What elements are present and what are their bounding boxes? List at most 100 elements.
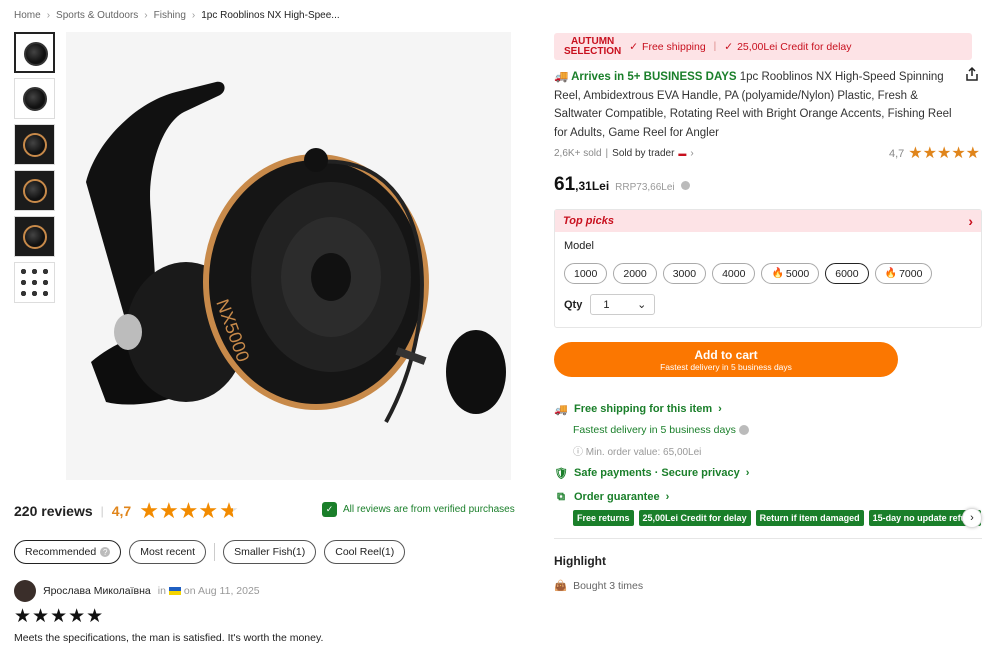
breadcrumb-home[interactable]: Home (14, 10, 41, 21)
qty-label: Qty (564, 298, 583, 311)
review-in-label: in (157, 585, 166, 597)
filter-label: Most recent (140, 546, 196, 558)
filter-cool-reel[interactable]: Cool Reel(1) (324, 540, 406, 564)
sold-info: 2,6K+ sold | Sold by trader ▬ › (554, 148, 694, 159)
model-option-5000[interactable]: 🔥 5000 (761, 263, 820, 284)
seller-badge-icon: ▬ (678, 149, 687, 158)
order-guarantee-item[interactable]: ⧉ Order guarantee › (554, 490, 669, 504)
model-label-text: 4000 (722, 267, 746, 280)
free-shipping-label: Free shipping for this item (574, 403, 713, 415)
top-picks-header[interactable]: Top picks › (555, 210, 981, 232)
share-icon[interactable] (964, 66, 980, 82)
thumbnail-2[interactable] (14, 78, 55, 119)
filter-most-recent[interactable]: Most recent (129, 540, 207, 564)
check-icon: ✓ (724, 40, 734, 53)
bought-times: 👜 Bought 3 times (554, 579, 643, 593)
review-stars: ★★★★★ (14, 606, 105, 627)
model-options: 1000 2000 3000 4000 🔥 5000 6000 🔥 7000 (564, 263, 933, 284)
model-label-text: 3000 (672, 267, 697, 280)
verified-purchases-badge: ✓ All reviews are from verified purchase… (322, 502, 515, 517)
bag-icon: 👜 (554, 580, 568, 592)
breadcrumb-current: 1pc Rooblinos NX High-Spee... (201, 10, 340, 21)
model-option-6000[interactable]: 6000 (825, 263, 869, 284)
highlight-title: Highlight (554, 554, 606, 568)
tag-return-damaged: Return if item damaged (755, 510, 864, 526)
model-option-1000[interactable]: 1000 (564, 263, 608, 284)
fastest-delivery: Fastest delivery in 5 business days (573, 424, 749, 436)
thumbnail-6[interactable] (14, 262, 55, 303)
ukraine-flag-icon (168, 587, 181, 595)
verified-label: All reviews are from verified purchases (343, 504, 515, 515)
promo-free-shipping: ✓ Free shipping (629, 41, 705, 53)
filter-divider (214, 543, 216, 561)
order-guarantee-label: Order guarantee (574, 491, 660, 503)
review-author: Ярослава Миколаївна in on Aug 11, 2025 (14, 580, 260, 602)
spinning-reel-illustration: NX5000 (86, 81, 506, 423)
model-label: Model (564, 240, 594, 252)
autumn-selection-badge: AUTUMN SELECTION (564, 36, 621, 57)
price-decimal: ,31Lei (575, 179, 610, 193)
review-text: Meets the specifications, the man is sat… (14, 632, 324, 644)
thumbnail-4[interactable] (14, 170, 55, 211)
filter-recommended[interactable]: Recommended ? (14, 540, 122, 564)
guarantee-tags: Free returns 25,00Lei Credit for delay R… (573, 510, 982, 526)
chevron-right-icon: › (968, 213, 973, 229)
promo-credit-label: 25,00Lei Credit for delay (737, 40, 852, 53)
model-option-2000[interactable]: 2000 (613, 263, 657, 284)
free-shipping-item[interactable]: 🚚 Free shipping for this item › (554, 402, 722, 416)
rating-stars: ★★★★ ★ (139, 498, 239, 523)
divider: | (100, 504, 104, 518)
safe-payments-item[interactable]: 🛡 Safe payments · Secure privacy › (554, 466, 749, 480)
reviews-count[interactable]: 220 reviews (14, 503, 93, 519)
fire-icon: 🔥 (884, 268, 898, 279)
review-meta: in on Aug 11, 2025 (158, 585, 260, 597)
fire-icon: 🔥 (771, 268, 784, 279)
check-icon: ✓ (629, 40, 639, 53)
arrives-label: Arrives in 5+ BUSINESS DAYS (571, 71, 737, 83)
rrp-price: RRP73,66Lei (615, 182, 675, 193)
guarantee-icon: ⧉ (557, 490, 565, 503)
tag-free-returns: Free returns (573, 510, 634, 526)
tag-credit-delay: 25,00Lei Credit for delay (638, 510, 751, 526)
quantity-select[interactable]: 1 ⌄ (590, 294, 656, 315)
promo-banner[interactable]: AUTUMN SELECTION ✓ Free shipping | ✓ 25,00… (554, 33, 972, 60)
model-option-4000[interactable]: 4000 (712, 263, 756, 284)
reviews-header: 220 reviews | 4,7 ★★★★ ★ (14, 500, 239, 522)
info-icon[interactable] (680, 181, 690, 190)
divider: | (605, 148, 609, 159)
thumbnail-5[interactable] (14, 216, 55, 257)
breadcrumb-sports[interactable]: Sports & Outdoors (56, 10, 138, 21)
product-title: 🚚 Arrives in 5+ BUSINESS DAYS 1pc Roobli… (554, 68, 954, 142)
breadcrumb: Home › Sports & Outdoors › Fishing › 1pc… (14, 10, 340, 21)
model-option-7000[interactable]: 🔥 7000 (874, 263, 933, 284)
info-icon[interactable] (738, 425, 749, 435)
promo-free-shipping-label: Free shipping (642, 40, 706, 53)
add-to-cart-button[interactable]: Add to cart Fastest delivery in 5 busine… (554, 342, 898, 377)
price-block: 61,31Lei RRP73,66Lei (554, 174, 690, 196)
add-to-cart-sublabel: Fastest delivery in 5 business days (660, 361, 792, 372)
filter-label: Cool Reel(1) (335, 546, 395, 558)
product-rating[interactable]: 4,7 ★★★★★ (889, 146, 980, 162)
tags-next-button[interactable]: › (962, 508, 982, 528)
model-label-text: 1000 (574, 267, 598, 280)
chevron-right-icon: › (745, 467, 750, 479)
thumbnail-3[interactable] (14, 124, 55, 165)
quantity-row: Qty 1 ⌄ (564, 294, 656, 315)
breadcrumb-fishing[interactable]: Fishing (154, 10, 186, 21)
thumbnail-list (14, 32, 56, 308)
chevron-right-icon: › (718, 403, 722, 415)
seller-link[interactable]: Sold by trader (612, 148, 674, 159)
avatar (14, 580, 36, 602)
filter-smaller-fish[interactable]: Smaller Fish(1) (223, 540, 317, 564)
rating-value: 4,7 (111, 503, 132, 519)
review-filters: Recommended ? Most recent Smaller Fish(1… (14, 540, 406, 564)
chevron-right-icon: › (665, 491, 670, 503)
product-rating-stars: ★★★★★ (908, 145, 980, 162)
review-date: on Aug 11, 2025 (183, 585, 260, 597)
filter-label: Recommended (25, 546, 97, 558)
divider: | (713, 41, 717, 52)
thumbnail-1[interactable] (14, 32, 55, 73)
fastest-delivery-label: Fastest delivery in 5 business days (573, 424, 736, 436)
model-option-3000[interactable]: 3000 (662, 263, 707, 284)
product-main-image[interactable]: NX5000 (66, 32, 511, 480)
